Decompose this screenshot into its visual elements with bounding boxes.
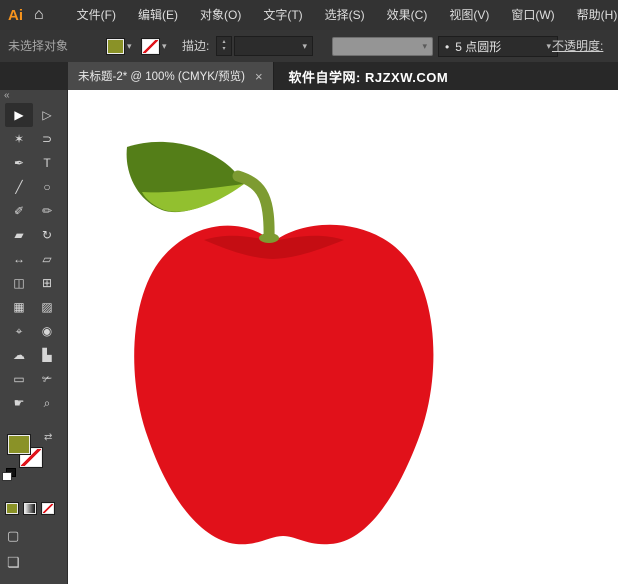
chevron-down-icon: ▾ [422, 41, 427, 52]
selection-tool[interactable]: ▶ [5, 103, 33, 127]
color-type-buttons [5, 502, 55, 515]
menu-item-7[interactable]: 窗口(W) [500, 0, 565, 30]
fill-dropdown-arrow[interactable]: ▾ [127, 39, 132, 53]
fill-swatch[interactable] [7, 434, 31, 455]
mesh-tool[interactable]: ▦ [5, 295, 33, 319]
stroke-dropdown-arrow[interactable]: ▾ [162, 39, 167, 53]
home-icon[interactable]: ⌂ [32, 6, 58, 24]
illustrator-window: Ai ⌂ 文件(F)编辑(E)对象(O)文字(T)选择(S)效果(C)视图(V)… [0, 0, 618, 584]
brush-value: 5 点圆形 [455, 38, 501, 55]
perspective-grid-tool[interactable]: ⊞ [33, 271, 61, 295]
menu-bar: Ai ⌂ 文件(F)编辑(E)对象(O)文字(T)选择(S)效果(C)视图(V)… [0, 0, 618, 31]
opacity-label[interactable]: 不透明度: [552, 30, 603, 62]
artboard-tool[interactable]: ▭ [5, 367, 33, 391]
paintbrush-tool[interactable]: ✐ [5, 199, 33, 223]
free-transform-tool[interactable]: ▱ [33, 247, 61, 271]
symbol-sprayer-tool[interactable]: ☁ [5, 343, 33, 367]
stroke-weight-stepper[interactable]: ▴ ▾ [216, 36, 232, 56]
chevron-down-icon: ▾ [302, 41, 307, 52]
rotate-tool[interactable]: ↻ [33, 223, 61, 247]
lasso-tool[interactable]: ⊃ [33, 127, 61, 151]
brush-bullet-icon: • [445, 40, 449, 54]
none-button[interactable] [41, 502, 55, 515]
line-segment-tool[interactable]: ╱ [5, 175, 33, 199]
pencil-tool[interactable]: ✏ [33, 199, 61, 223]
direct-selection-tool[interactable]: ▷ [33, 103, 61, 127]
gradient-button[interactable] [23, 502, 37, 515]
menu-item-6[interactable]: 视图(V) [438, 0, 500, 30]
swap-fill-stroke-icon[interactable]: ⇄ [44, 432, 52, 443]
zoom-tool[interactable]: ⌕ [33, 391, 61, 415]
stroke-weight-dropdown[interactable]: ▾ [234, 36, 313, 56]
width-tool[interactable]: ↔ [5, 247, 33, 271]
menu-item-5[interactable]: 效果(C) [376, 0, 439, 30]
menu-item-0[interactable]: 文件(F) [66, 0, 127, 30]
screen-mode-button[interactable]: ❏ [7, 554, 20, 571]
ellipse-tool[interactable]: ○ [33, 175, 61, 199]
menu-items: 文件(F)编辑(E)对象(O)文字(T)选择(S)效果(C)视图(V)窗口(W)… [66, 0, 618, 30]
type-tool[interactable]: T [33, 151, 61, 175]
menu-item-2[interactable]: 对象(O) [189, 0, 252, 30]
stroke-weight-label: 描边: [182, 30, 209, 62]
tools-panel: « ▶▷✶⊃✒T╱○✐✏▰↻↔▱◫⊞▦▨⌖◉☁▙▭✃☛⌕ ⇄ ▢ ❏ [0, 90, 68, 584]
document-tab-title: 未标题-2* @ 100% (CMYK/预览) [78, 68, 245, 84]
color-button[interactable] [5, 502, 19, 515]
stroke-color-swatch[interactable] [141, 38, 160, 55]
panel-collapse-icon[interactable]: « [0, 90, 67, 102]
tab-close-icon[interactable]: × [255, 70, 263, 83]
apple-body[interactable] [134, 225, 433, 544]
gradient-tool[interactable]: ▨ [33, 295, 61, 319]
default-fill-mini [2, 472, 12, 481]
app-logo[interactable]: Ai [0, 7, 32, 24]
apple-stem-base[interactable] [259, 233, 279, 243]
pen-tool[interactable]: ✒ [5, 151, 33, 175]
variable-width-profile-dropdown[interactable]: ▾ [332, 37, 433, 56]
shape-builder-tool[interactable]: ◫ [5, 271, 33, 295]
stepper-down-icon[interactable]: ▾ [222, 46, 225, 53]
column-graph-tool[interactable]: ▙ [33, 343, 61, 367]
canvas[interactable] [68, 90, 618, 584]
control-bar: 未选择对象 ▾ ▾ 描边: ▴ ▾ ▾ ▾ • 5 点圆形 ▾ 不透明度: [0, 30, 618, 63]
document-tab[interactable]: 未标题-2* @ 100% (CMYK/预览) × [68, 62, 274, 90]
tab-bar: 未标题-2* @ 100% (CMYK/预览) × 软件自学网: RJZXW.C… [0, 62, 618, 90]
watermark-text: 软件自学网: RJZXW.COM [289, 67, 449, 86]
apple-artwork [68, 90, 618, 584]
fill-color-swatch[interactable] [106, 38, 125, 55]
drawing-mode-button[interactable]: ▢ [7, 528, 19, 544]
eraser-tool[interactable]: ▰ [5, 223, 33, 247]
color-swatch-area: ⇄ [0, 434, 68, 496]
tool-grid: ▶▷✶⊃✒T╱○✐✏▰↻↔▱◫⊞▦▨⌖◉☁▙▭✃☛⌕ [0, 103, 67, 415]
slice-tool[interactable]: ✃ [33, 367, 61, 391]
selection-status: 未选择对象 [8, 30, 68, 62]
brush-definition-dropdown[interactable]: • 5 点圆形 ▾ [438, 36, 558, 57]
chevron-down-icon: ▾ [546, 41, 551, 52]
hand-tool[interactable]: ☛ [5, 391, 33, 415]
menu-item-8[interactable]: 帮助(H) [566, 0, 618, 30]
menu-item-4[interactable]: 选择(S) [314, 0, 376, 30]
menu-item-3[interactable]: 文字(T) [252, 0, 313, 30]
magic-wand-tool[interactable]: ✶ [5, 127, 33, 151]
eyedropper-tool[interactable]: ⌖ [5, 319, 33, 343]
menu-item-1[interactable]: 编辑(E) [127, 0, 189, 30]
default-swatches-icon[interactable] [2, 468, 16, 480]
stepper-up-icon[interactable]: ▴ [222, 39, 225, 46]
blend-tool[interactable]: ◉ [33, 319, 61, 343]
